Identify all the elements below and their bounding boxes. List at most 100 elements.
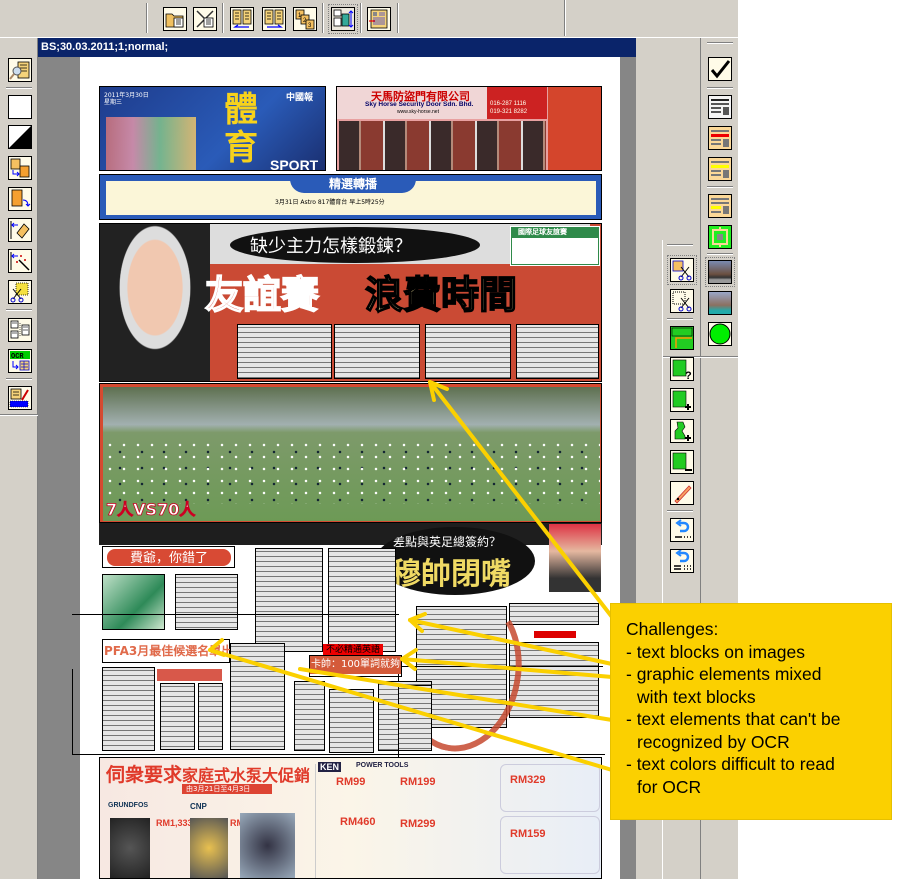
zone-line [72, 614, 262, 615]
ad-price: RM460 [340, 816, 376, 828]
ocr-icon: OCR [10, 351, 30, 371]
frame-zone-button[interactable] [708, 225, 732, 249]
text-block[interactable] [237, 324, 332, 379]
close-document-button[interactable] [193, 7, 217, 31]
ad-title: 家庭式水泵大促銷 [182, 766, 311, 785]
newspaper-page[interactable]: 2011年3月30日 星期三 中國報 體育 SPORT 天馬防盜門有限公司 Sk… [72, 57, 620, 879]
text-block[interactable] [509, 642, 599, 718]
swap-blocks-icon [10, 158, 30, 178]
text-block[interactable] [175, 574, 238, 630]
text-block[interactable] [329, 689, 374, 753]
ad-price: RM1,333 [156, 818, 193, 828]
left-toolbar: OCR [0, 38, 38, 879]
previous-page-icon [232, 9, 252, 28]
image-blur-icon [709, 292, 731, 314]
zoom-page-icon [9, 61, 30, 80]
image-blur-button[interactable] [708, 291, 732, 315]
coach-portrait [100, 224, 210, 381]
toolbar-separator [0, 414, 38, 416]
polygon-add-button[interactable] [670, 419, 694, 443]
callout-title: Challenges: [626, 619, 719, 639]
callout-line: with text blocks [637, 686, 756, 707]
second-headline: 差點與英足總簽約？ 穆帥閉嘴 [375, 527, 535, 595]
photo-caption-strip [99, 523, 602, 545]
cut-region-button[interactable] [670, 289, 694, 313]
ad-url: www.sky-horse.net [397, 109, 439, 115]
masthead-section-en: SPORT [270, 157, 319, 171]
cut-image-button[interactable] [667, 255, 697, 285]
zoom-page-button[interactable] [8, 58, 32, 82]
toolbar-separator [222, 3, 224, 33]
callout-line: recognized by OCR [637, 731, 790, 752]
text-zone-red-button[interactable] [708, 126, 732, 150]
white-page-icon [10, 97, 30, 117]
text-block[interactable] [328, 548, 396, 652]
next-page-button[interactable] [262, 7, 286, 31]
swap-blocks-button[interactable] [8, 156, 32, 180]
text-block[interactable] [160, 683, 195, 750]
zone-add-icon [672, 390, 691, 410]
open-folder-icon [165, 13, 184, 28]
text-block[interactable] [255, 548, 323, 652]
white-page-button[interactable] [8, 95, 32, 119]
open-folder-button[interactable] [163, 7, 187, 31]
contrast-button[interactable] [8, 125, 32, 149]
deskew-button[interactable] [8, 218, 32, 242]
graphic-block[interactable] [102, 574, 165, 630]
svg-text:OCR: OCR [11, 353, 24, 361]
toolbar-separator [564, 0, 566, 36]
rotate-block-button[interactable] [8, 187, 32, 211]
challenges-callout: Challenges: - text blocks on images - gr… [610, 603, 892, 820]
text-block[interactable] [425, 324, 511, 379]
next-page-icon [264, 9, 284, 28]
page-order-button[interactable]: 123 [293, 7, 317, 31]
ad-doors-image [339, 121, 546, 170]
edit-text-pen-button[interactable] [8, 386, 32, 410]
text-block[interactable] [334, 324, 420, 379]
previous-page-button[interactable] [230, 7, 254, 31]
undo-button[interactable] [670, 518, 694, 542]
sport-masthead: 2011年3月30日 星期三 中國報 體育 SPORT [99, 86, 326, 171]
text-block[interactable] [230, 643, 285, 750]
text-block[interactable] [398, 685, 432, 751]
results-box-title: 國際足球友誼賽 [518, 228, 567, 236]
coach2-portrait [549, 524, 601, 592]
article-edit-button[interactable] [367, 7, 391, 31]
toolbar-separator [360, 3, 362, 33]
zone-add-button[interactable] [670, 388, 694, 412]
split-zone-button[interactable] [670, 326, 694, 350]
red-subtitle-tag [534, 631, 576, 638]
edit-text-pen-icon [9, 388, 29, 408]
security-door-ad: 天馬防盜門有限公司 Sky Horse Security Door Sdn. B… [336, 86, 602, 171]
ocr-button[interactable]: OCR [8, 349, 32, 373]
text-block-gray-icon [711, 99, 729, 115]
confirm-button[interactable] [708, 57, 732, 81]
zone-layout-button[interactable] [8, 318, 32, 342]
layout-fit-button[interactable] [328, 4, 358, 34]
text-zone-yellow-button[interactable] [708, 157, 732, 181]
photo-caption: 7人VS70人 [106, 500, 196, 520]
image-zone-button[interactable] [705, 257, 735, 287]
eraser-button[interactable] [670, 481, 694, 505]
red-box-title-text: 費爺，你錯了 [129, 551, 208, 566]
toolbar-separator [6, 309, 32, 311]
text-zone-highlight-button[interactable] [708, 194, 732, 218]
text-block[interactable] [198, 683, 223, 750]
text-zone-gray-button[interactable] [708, 95, 732, 119]
text-block[interactable] [516, 324, 599, 379]
svg-text:?: ? [685, 370, 692, 380]
green-circle-button[interactable] [708, 322, 732, 346]
text-block[interactable] [294, 681, 325, 751]
undo-all-button[interactable] [670, 549, 694, 573]
document-title-bar[interactable]: BS;30.03.2011;1;normal; [38, 38, 636, 57]
magic-wand-button[interactable] [8, 249, 32, 273]
toolbar-separator [146, 3, 148, 33]
text-block[interactable] [509, 603, 599, 625]
zone-remove-button[interactable] [670, 450, 694, 474]
zone-unknown-button[interactable]: ? [670, 357, 694, 381]
ad-phone-2: 019-321 8282 [490, 109, 528, 115]
text-block[interactable] [102, 667, 155, 751]
zone-frame[interactable] [309, 655, 402, 677]
zone-unknown-icon: ? [672, 359, 692, 380]
crop-scissors-button[interactable] [8, 280, 32, 304]
